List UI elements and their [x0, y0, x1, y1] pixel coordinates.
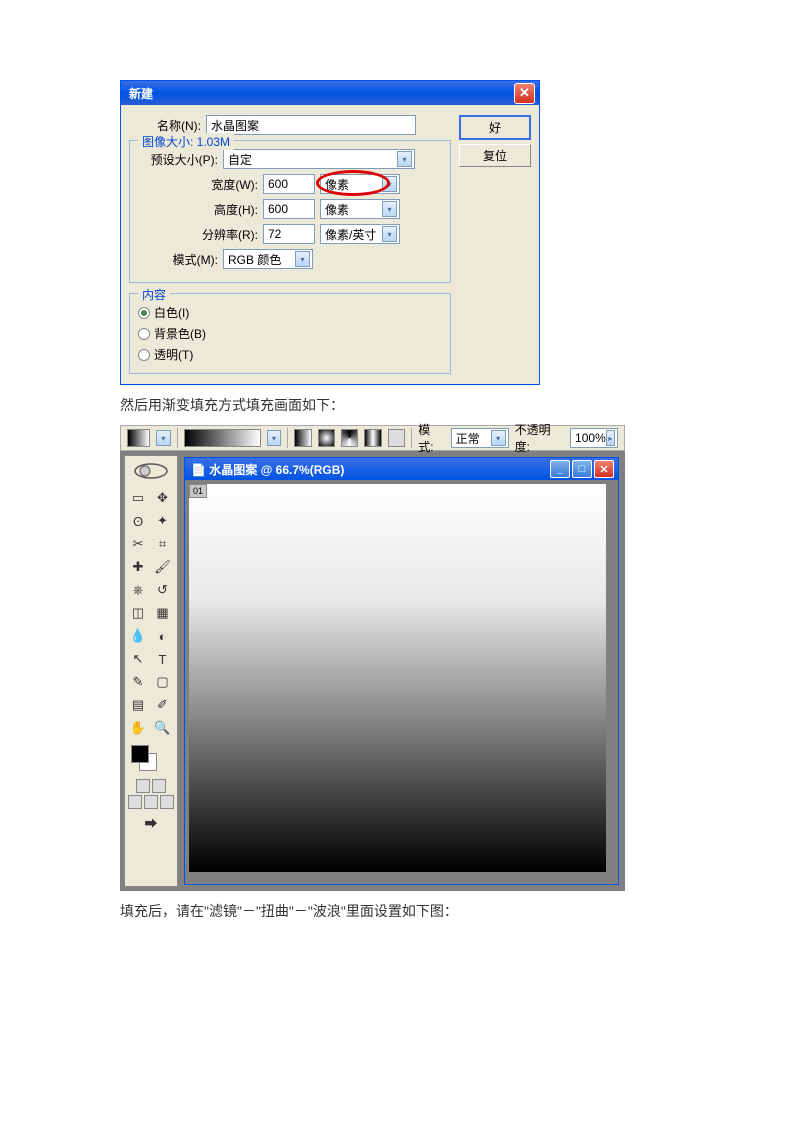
standard-mode-icon[interactable] [136, 779, 150, 793]
close-icon[interactable]: ✕ [594, 460, 614, 478]
dialog-titlebar[interactable]: 新建 ✕ [121, 81, 539, 105]
blur-tool-icon[interactable]: 💧 [127, 625, 149, 647]
reset-button[interactable]: 复位 [459, 144, 531, 167]
pen-tool-icon[interactable]: ✎ [127, 671, 149, 693]
contents-legend: 内容 [138, 286, 170, 303]
height-unit-select[interactable]: 像素 ▾ [320, 199, 400, 219]
chevron-down-icon: ▾ [295, 251, 310, 267]
divider [287, 428, 288, 448]
hand-tool-icon[interactable]: ✋ [127, 717, 149, 739]
type-tool-icon[interactable]: T [152, 648, 174, 670]
shape-tool-icon[interactable]: ▢ [152, 671, 174, 693]
slice-tool-icon[interactable]: ⌗ [152, 533, 174, 555]
width-unit-select[interactable]: 像素 ▾ [320, 174, 400, 194]
radio-bgcolor[interactable]: 背景色(B) [138, 323, 442, 344]
mode-select[interactable]: RGB 颜色 ▾ [223, 249, 313, 269]
gradient-angle-icon[interactable] [341, 429, 358, 447]
width-label: 宽度(W): [138, 176, 258, 193]
foreground-color-swatch[interactable] [131, 745, 149, 763]
gradient-reflected-icon[interactable] [364, 429, 381, 447]
minimize-icon[interactable]: _ [550, 460, 570, 478]
move-tool-icon[interactable]: ✥ [152, 487, 174, 509]
preset-select[interactable]: 自定 ▾ [223, 149, 415, 169]
marquee-tool-icon[interactable]: ▭ [127, 487, 149, 509]
width-input[interactable] [263, 174, 315, 194]
blendmode-label: 模式: [418, 421, 444, 455]
history-brush-icon[interactable]: ↺ [152, 579, 174, 601]
dodge-tool-icon[interactable]: ◐ [152, 625, 174, 647]
radio-white[interactable]: 白色(I) [138, 302, 442, 323]
close-icon[interactable]: ✕ [514, 83, 535, 104]
chevron-down-icon: ▾ [382, 201, 397, 217]
quickmask-mode-icon[interactable] [152, 779, 166, 793]
path-tool-icon[interactable]: ↖ [127, 648, 149, 670]
chevron-down-icon: ▾ [491, 430, 506, 446]
ps-logo-icon [131, 462, 171, 480]
slice-badge: 01 [189, 484, 207, 498]
height-label: 高度(H): [138, 201, 258, 218]
document-window: 📄 水晶图案 @ 66.7%(RGB) _ □ ✕ 01 [184, 457, 619, 885]
notes-tool-icon[interactable]: ▤ [127, 694, 149, 716]
gradient-radial-icon[interactable] [318, 429, 335, 447]
radio-transparent[interactable]: 透明(T) [138, 344, 442, 365]
crop-tool-icon[interactable]: ✂ [127, 533, 149, 555]
name-label: 名称(N): [129, 117, 201, 134]
chevron-down-icon[interactable]: ▾ [267, 430, 282, 446]
chevron-down-icon: ▾ [382, 176, 397, 192]
options-bar: ▾ ▾ 模式: 正常 ▾ 不透明度: 100% ▸ [120, 425, 625, 451]
color-swatches[interactable] [127, 745, 175, 775]
chevron-down-icon: ▾ [397, 151, 412, 167]
resolution-label: 分辨率(R): [138, 226, 258, 243]
jump-to-icon[interactable]: ⮕ [131, 811, 171, 833]
new-document-dialog: 新建 ✕ 名称(N): 图像大小: 1.03M 预设大小(P): 自定 ▾ 宽度… [120, 80, 540, 385]
opacity-label: 不透明度: [515, 421, 564, 455]
document-title: 水晶图案 @ 66.7%(RGB) [209, 463, 344, 477]
ok-button[interactable]: 好 [459, 115, 531, 140]
radio-icon [138, 328, 150, 340]
gradient-diamond-icon[interactable] [388, 429, 405, 447]
screen-standard-icon[interactable] [128, 795, 142, 809]
canvas[interactable]: 01 [189, 484, 606, 872]
opacity-input[interactable]: 100% ▸ [570, 428, 618, 448]
resolution-unit-select[interactable]: 像素/英寸 ▾ [320, 224, 400, 244]
caption-text-1: 然后用渐变填充方式填充画面如下： [120, 395, 680, 415]
mode-label: 模式(M): [138, 251, 218, 268]
radio-icon [138, 307, 150, 319]
maximize-icon[interactable]: □ [572, 460, 592, 478]
screen-full-menu-icon[interactable] [144, 795, 158, 809]
divider [177, 428, 178, 448]
radio-icon [138, 349, 150, 361]
image-size-legend: 图像大小: 1.03M [138, 133, 234, 150]
wand-tool-icon[interactable]: ✦ [152, 510, 174, 532]
eyedropper-tool-icon[interactable]: ✐ [152, 694, 174, 716]
chevron-down-icon: ▸ [606, 430, 615, 446]
gradient-swatch[interactable] [127, 429, 150, 447]
brush-tool-icon[interactable]: 🖌 [152, 556, 174, 578]
height-input[interactable] [263, 199, 315, 219]
document-icon: 📄 [191, 463, 206, 477]
chevron-down-icon[interactable]: ▾ [156, 430, 171, 446]
chevron-down-icon: ▾ [382, 226, 397, 242]
gradient-linear-icon[interactable] [294, 429, 311, 447]
screen-full-icon[interactable] [160, 795, 174, 809]
dialog-title: 新建 [129, 85, 153, 102]
caption-text-2: 填充后，请在"滤镜"－"扭曲"－"波浪"里面设置如下图： [120, 901, 680, 921]
preset-label: 预设大小(P): [138, 151, 218, 168]
zoom-tool-icon[interactable]: 🔍 [152, 717, 174, 739]
photoshop-window: ▾ ▾ 模式: 正常 ▾ 不透明度: 100% ▸ ▭ ✥ ʘ [120, 425, 625, 891]
stamp-tool-icon[interactable]: ⎈ [127, 579, 149, 601]
eraser-tool-icon[interactable]: ◫ [127, 602, 149, 624]
divider [411, 428, 412, 448]
gradient-preview[interactable] [184, 429, 261, 447]
name-input[interactable] [206, 115, 416, 135]
blendmode-select[interactable]: 正常 ▾ [451, 428, 509, 448]
toolbox: ▭ ✥ ʘ ✦ ✂ ⌗ ✚ 🖌 ⎈ ↺ ◫ ▦ 💧 ◐ ↖ T ✎ ▢ ▤ ✐ [124, 455, 178, 887]
resolution-input[interactable] [263, 224, 315, 244]
gradient-tool-icon[interactable]: ▦ [152, 602, 174, 624]
lasso-tool-icon[interactable]: ʘ [127, 510, 149, 532]
document-titlebar[interactable]: 📄 水晶图案 @ 66.7%(RGB) _ □ ✕ [185, 458, 618, 480]
heal-tool-icon[interactable]: ✚ [127, 556, 149, 578]
